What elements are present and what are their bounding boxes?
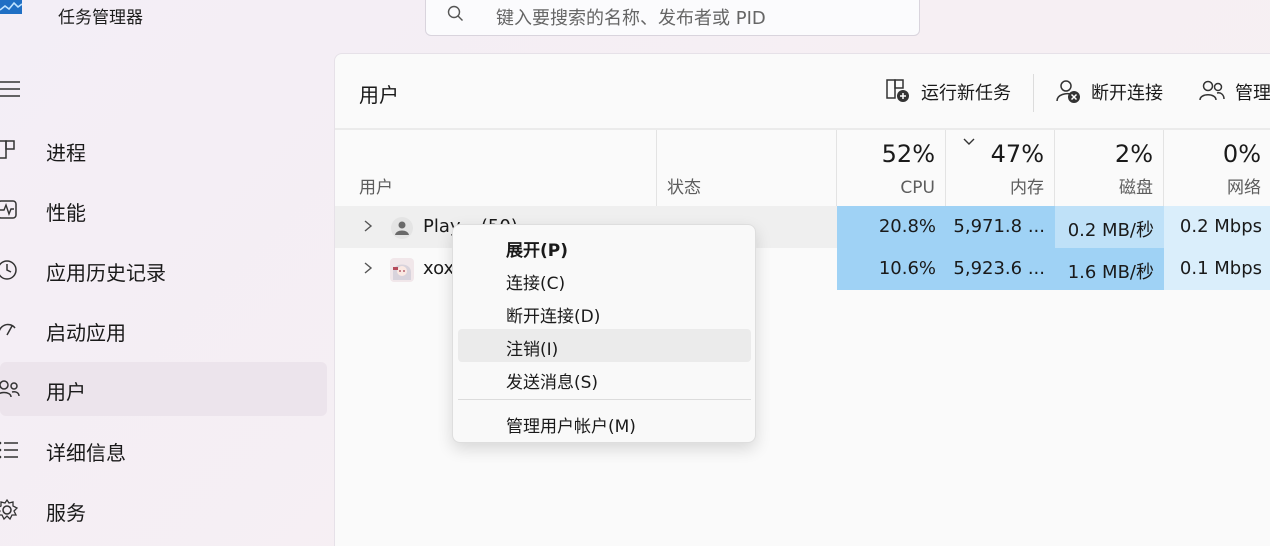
sidebar-item-label: 性能 (46, 201, 86, 225)
search-icon (447, 5, 463, 21)
column-header-status[interactable]: 状态 (657, 130, 837, 206)
chevron-right-icon[interactable] (361, 260, 375, 276)
history-icon (0, 260, 17, 280)
details-icon (0, 441, 18, 459)
cell-value: 0.2 MB/秒 (1067, 220, 1154, 241)
column-label: 磁盘 (1119, 178, 1153, 198)
sidebar-item-startup-apps[interactable]: 启动应用 (0, 303, 327, 357)
task-manager-logo-icon (0, 0, 22, 14)
column-header-network[interactable]: 0% 网络 (1164, 130, 1270, 206)
search-placeholder: 键入要搜索的名称、发布者或 PID (496, 8, 766, 29)
column-percent: 52% (881, 140, 935, 168)
sidebar-item-label: 用户 (46, 380, 86, 404)
hamburger-menu-icon[interactable] (0, 78, 22, 100)
menu-item-label: 发送消息(S) (506, 373, 599, 393)
cell-value: 20.8% (878, 216, 936, 237)
disconnect-user-icon (1056, 80, 1080, 103)
memory-cell: 5,971.8 ... (946, 206, 1055, 248)
startup-icon (0, 323, 16, 336)
menu-item-label: 连接(C) (506, 274, 566, 294)
menu-item-connect[interactable]: 连接(C) (458, 263, 751, 296)
sidebar-item-label: 进程 (46, 141, 86, 165)
page-title: 用户 (359, 83, 399, 107)
column-header-memory[interactable]: 47% 内存 (946, 130, 1055, 206)
search-input[interactable]: 键入要搜索的名称、发布者或 PID (425, 0, 920, 36)
users-icon (0, 380, 20, 398)
context-menu: 展开(P) 连接(C) 断开连接(D) 注销(I) 发送消息(S) 管理用户帐户… (452, 224, 756, 443)
column-header-disk[interactable]: 2% 磁盘 (1055, 130, 1164, 206)
column-label: 内存 (1010, 178, 1044, 198)
network-cell: 0.1 Mbps (1164, 248, 1270, 290)
manage-users-icon (1199, 80, 1225, 101)
cell-value: 1.6 MB/秒 (1067, 262, 1154, 283)
sidebar-item-label: 启动应用 (46, 321, 126, 345)
menu-item-label: 注销(I) (506, 340, 559, 360)
sidebar-item-label: 应用历史记录 (46, 261, 166, 285)
menu-item-sign-out[interactable]: 注销(I) (458, 329, 751, 362)
sort-descending-icon (963, 138, 975, 145)
cell-value: 5,971.8 ... (953, 216, 1045, 237)
column-header-user[interactable]: 用户 (335, 130, 657, 206)
disconnect-label: 断开连接 (1091, 83, 1163, 104)
disk-cell: 0.2 MB/秒 (1055, 206, 1164, 248)
column-percent: 2% (1114, 140, 1153, 168)
menu-item-manage-accounts[interactable]: 管理用户帐户(M) (458, 406, 751, 439)
manage-button[interactable]: 管理 (1199, 74, 1270, 110)
column-label: 网络 (1227, 178, 1261, 198)
sidebar-item-app-history[interactable]: 应用历史记录 (0, 243, 327, 297)
column-label: 用户 (359, 178, 393, 198)
menu-separator (458, 399, 751, 400)
sidebar-item-services[interactable]: 服务 (0, 483, 327, 537)
cpu-cell: 20.8% (837, 206, 946, 248)
user-name: xox (423, 258, 455, 279)
menu-item-label: 展开(P) (506, 241, 568, 261)
menu-item-disconnect[interactable]: 断开连接(D) (458, 296, 751, 329)
memory-cell: 5,923.6 ... (946, 248, 1055, 290)
manage-label: 管理 (1235, 83, 1270, 104)
services-icon (0, 498, 19, 521)
toolbar-separator (1033, 74, 1034, 112)
performance-icon (0, 200, 17, 219)
run-new-task-button[interactable]: 运行新任务 (885, 74, 1015, 110)
menu-item-expand[interactable]: 展开(P) (458, 230, 751, 263)
sidebar-item-details[interactable]: 详细信息 (0, 423, 327, 477)
menu-item-send-message[interactable]: 发送消息(S) (458, 362, 751, 395)
sidebar-item-label: 服务 (46, 501, 86, 525)
cell-value: 0.2 Mbps (1179, 216, 1262, 237)
disk-cell: 1.6 MB/秒 (1055, 248, 1164, 290)
column-percent: 47% (990, 140, 1044, 168)
sidebar-item-performance[interactable]: 性能 (0, 183, 327, 237)
run-new-task-label: 运行新任务 (921, 83, 1011, 104)
cell-value: 10.6% (878, 258, 936, 279)
cell-value: 5,923.6 ... (953, 258, 1045, 279)
run-new-task-icon (886, 79, 909, 102)
sidebar-item-users[interactable]: 用户 (0, 362, 327, 416)
user-avatar-icon (391, 217, 413, 239)
disconnect-button[interactable]: 断开连接 (1055, 74, 1170, 110)
network-cell: 0.2 Mbps (1164, 206, 1270, 248)
sidebar-item-label: 详细信息 (46, 441, 126, 465)
chevron-right-icon[interactable] (361, 218, 375, 234)
menu-item-label: 管理用户帐户(M) (506, 417, 636, 437)
column-percent: 0% (1222, 140, 1261, 168)
menu-item-label: 断开连接(D) (506, 307, 601, 327)
sidebar-item-processes[interactable]: 进程 (0, 123, 327, 177)
column-label: 状态 (667, 178, 701, 198)
user-avatar-icon (390, 258, 414, 282)
column-header-cpu[interactable]: 52% CPU (837, 130, 946, 206)
processes-icon (0, 140, 15, 159)
cell-value: 0.1 Mbps (1179, 258, 1262, 279)
app-title: 任务管理器 (58, 8, 143, 28)
column-label: CPU (900, 178, 935, 198)
cpu-cell: 10.6% (837, 248, 946, 290)
